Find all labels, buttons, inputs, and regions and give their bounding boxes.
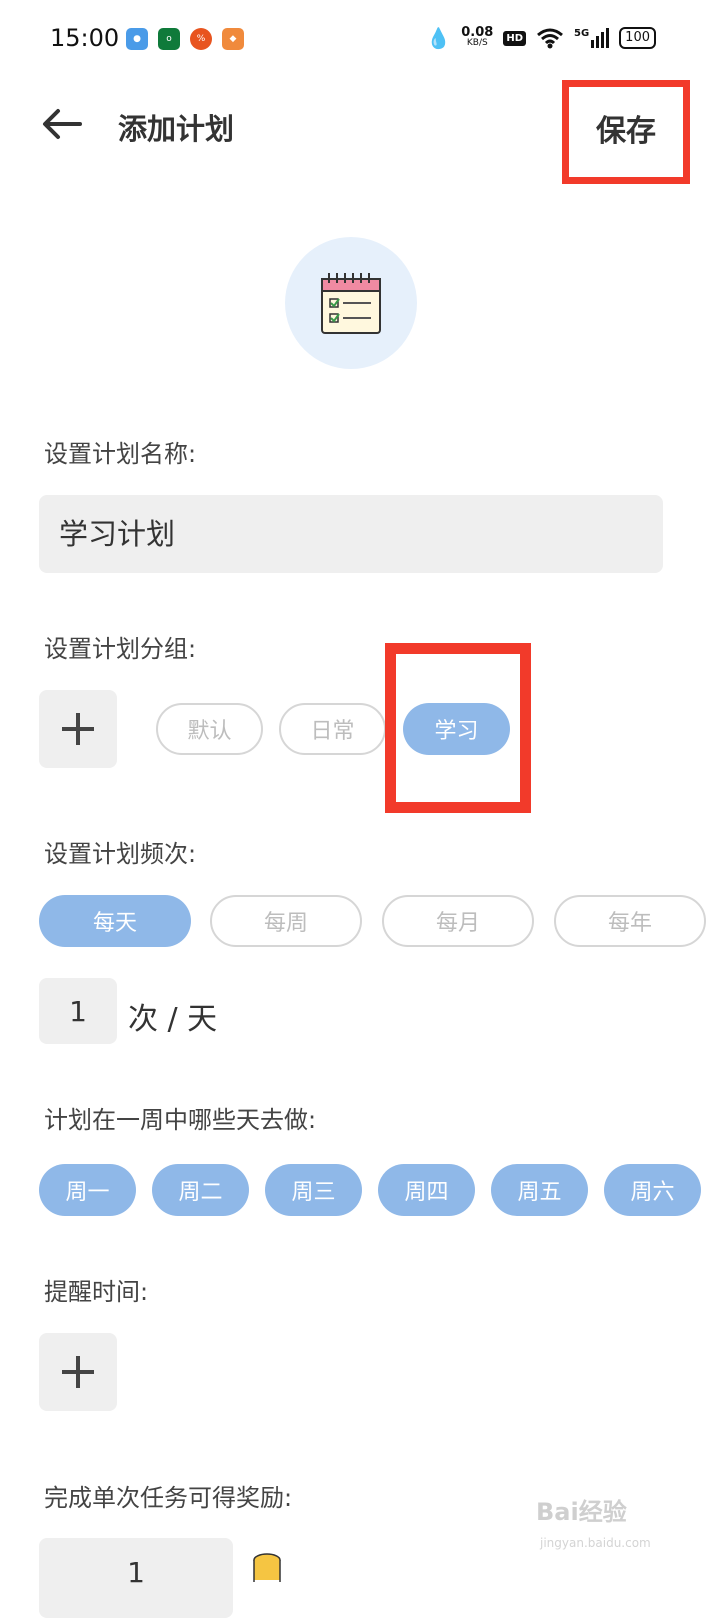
status-time: 15:00 (50, 24, 120, 52)
watermark-url: jingyan.baidu.com (540, 1536, 651, 1550)
oppo-app-icon: o (158, 28, 180, 50)
weekday-chip-fri[interactable]: 周五 (491, 1164, 588, 1216)
notification-icons: ● o % ◆ (126, 28, 244, 50)
page-title: 添加计划 (118, 112, 235, 146)
app-notification-icon: % (190, 28, 212, 50)
network-speed: 0.08 KB/S (461, 25, 494, 48)
plan-icon-picker[interactable] (285, 237, 417, 369)
weekdays-label: 计划在一周中哪些天去做: (44, 1106, 317, 1134)
status-indicators: 💧 0.08 KB/S HD 5G 100 (426, 26, 656, 50)
count-per-period-input[interactable]: 1 (39, 978, 117, 1044)
wifi-icon (537, 28, 563, 49)
weekday-chip-tue[interactable]: 周二 (152, 1164, 249, 1216)
baidu-watermark-logo: Bai经验 (536, 1498, 627, 1526)
data-saver-icon: 💧 (426, 26, 452, 50)
game-app-icon: ◆ (222, 28, 244, 50)
weekday-chip-sat[interactable]: 周六 (604, 1164, 701, 1216)
group-chip-default[interactable]: 默认 (156, 703, 263, 755)
hd-icon: HD (503, 30, 526, 46)
frequency-chip-weekly[interactable]: 每周 (210, 895, 362, 947)
plus-icon (62, 713, 94, 745)
reward-label: 完成单次任务可得奖励: (44, 1484, 293, 1512)
weekday-chip-mon[interactable]: 周一 (39, 1164, 136, 1216)
frequency-chip-monthly[interactable]: 每月 (382, 895, 534, 947)
app-notification-icon: ● (126, 28, 148, 50)
group-highlight-box (385, 643, 531, 813)
frequency-chip-daily[interactable]: 每天 (39, 895, 191, 947)
plan-frequency-label: 设置计划频次: (44, 840, 197, 868)
reward-input[interactable]: 1 (39, 1538, 233, 1618)
plan-group-label: 设置计划分组: (44, 635, 197, 663)
save-highlight-box (562, 80, 690, 184)
weekday-chip-wed[interactable]: 周三 (265, 1164, 362, 1216)
signal-icon: 5G (574, 28, 610, 48)
battery-icon: 100 (619, 27, 656, 49)
weekday-chip-thu[interactable]: 周四 (378, 1164, 475, 1216)
reminder-time-label: 提醒时间: (44, 1278, 149, 1306)
back-arrow-icon[interactable] (40, 104, 84, 144)
coin-icon (253, 1553, 281, 1582)
group-chip-daily[interactable]: 日常 (279, 703, 386, 755)
notebook-checklist-icon (321, 273, 381, 334)
add-group-button[interactable] (39, 690, 117, 768)
plan-name-label: 设置计划名称: (44, 440, 197, 468)
plus-icon (62, 1356, 94, 1388)
count-unit-label: 次 / 天 (128, 1002, 218, 1037)
frequency-chip-yearly[interactable]: 每年 (554, 895, 706, 947)
plan-name-input[interactable]: 学习计划 (39, 495, 663, 573)
add-reminder-button[interactable] (39, 1333, 117, 1411)
